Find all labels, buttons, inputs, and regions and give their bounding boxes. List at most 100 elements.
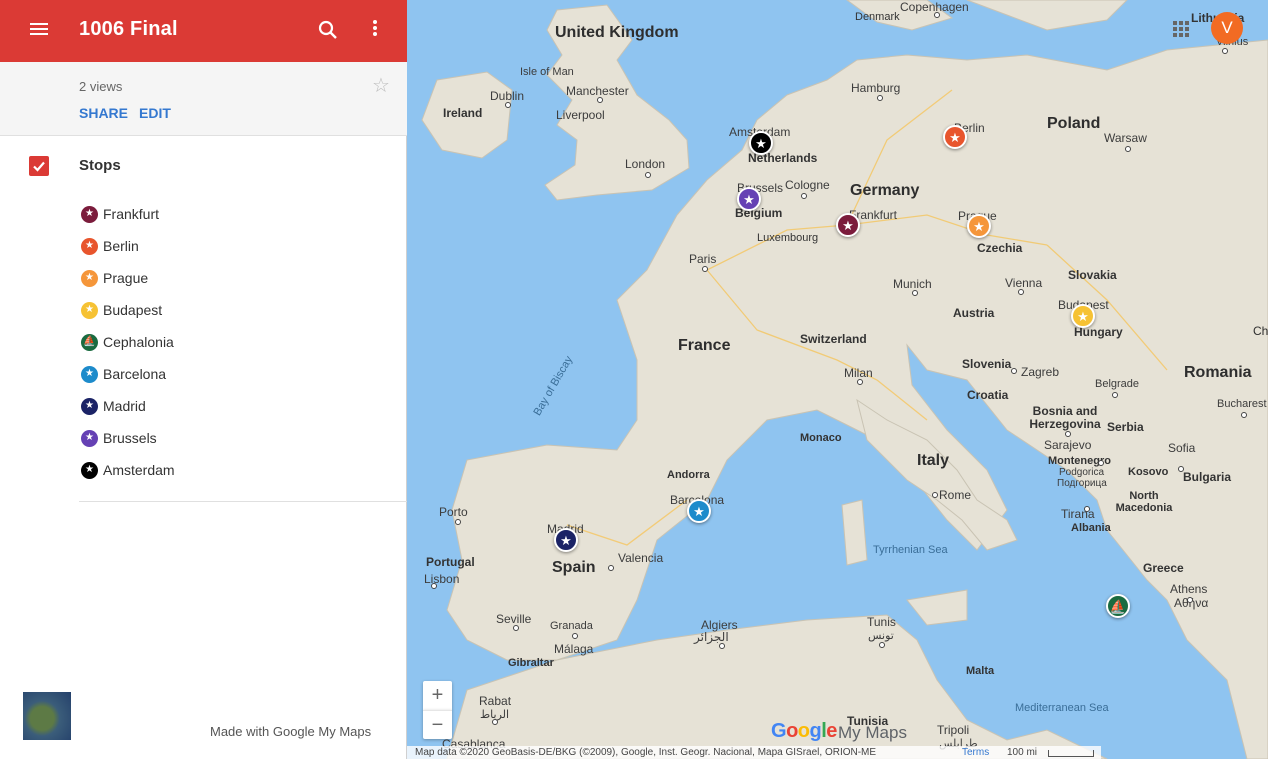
- list-item-brussels[interactable]: ★ Brussels: [79, 422, 407, 454]
- star-icon: ★: [81, 461, 98, 479]
- city-dot: [932, 492, 938, 498]
- city-dot: [1112, 392, 1118, 398]
- city-dot: [455, 519, 461, 525]
- city-dot: [1125, 146, 1131, 152]
- label-city: Dublin: [490, 89, 525, 103]
- basemap-thumbnail[interactable]: [23, 692, 71, 740]
- label-city: Málaga: [554, 642, 594, 656]
- label-country: Poland: [1047, 115, 1101, 132]
- list-item-cephalonia[interactable]: ⛵ Cephalonia: [79, 326, 407, 358]
- map-pin-frankfurt[interactable]: ★: [836, 213, 860, 237]
- star-icon: ★: [81, 205, 98, 223]
- map-pin-madrid[interactable]: ★: [554, 528, 578, 552]
- label-country: Luxembourg: [757, 232, 819, 244]
- city-dot: [1018, 289, 1024, 295]
- stop-list: ★ Frankfurt ★ Berlin ★ Prague ★ Budapest ⛵ Ce…: [79, 198, 407, 486]
- star-icon: ★: [743, 191, 755, 207]
- label-country: Italy: [917, 452, 950, 469]
- label-city: Manchester: [566, 84, 629, 98]
- star-icon: ★: [949, 129, 961, 145]
- label-city: Liverpool: [556, 108, 605, 122]
- map-attribution: Map data ©2020 GeoBasis-DE/BKG (©2009), …: [415, 747, 877, 758]
- label-country: Slovakia: [1068, 268, 1117, 282]
- label-country: Malta: [966, 665, 995, 677]
- list-item-amsterdam[interactable]: ★ Amsterdam: [79, 454, 407, 486]
- city-dot: [608, 565, 614, 571]
- star-icon: ★: [81, 301, 98, 319]
- map-title: 1006 Final: [79, 18, 178, 40]
- list-item-barcelona[interactable]: ★ Barcelona: [79, 358, 407, 390]
- map-pin-prague[interactable]: ★: [967, 214, 991, 238]
- list-item-frankfurt[interactable]: ★ Frankfurt: [79, 198, 407, 230]
- label-city: Lisbon: [424, 572, 460, 586]
- map-legend-panel: 1006 Final 2 views ☆ SHARE EDIT Stops ★ F…: [0, 0, 407, 759]
- map-pin-berlin[interactable]: ★: [943, 125, 967, 149]
- zoom-out-button[interactable]: −: [423, 710, 452, 739]
- city-dot: [1065, 431, 1071, 437]
- apps-grid-icon[interactable]: [1173, 21, 1189, 37]
- list-item-madrid[interactable]: ★ Madrid: [79, 390, 407, 422]
- label-city: تونس: [868, 630, 894, 642]
- city-dot: [719, 643, 725, 649]
- menu-icon[interactable]: [28, 20, 50, 40]
- city-dot: [572, 633, 578, 639]
- label-city: Warsaw: [1104, 131, 1147, 145]
- star-icon: ★: [842, 217, 854, 233]
- stop-label: Brussels: [103, 430, 157, 446]
- layer-title: Stops: [79, 157, 121, 174]
- label-partial: Ch: [1253, 324, 1268, 338]
- label-city: Sofia: [1168, 441, 1196, 455]
- map-footer: Map data ©2020 GeoBasis-DE/BKG (©2009), …: [407, 746, 1101, 759]
- logo-letter: o: [786, 720, 798, 742]
- view-count: 2 views: [79, 79, 123, 94]
- my-maps-logo: My Maps: [838, 723, 907, 742]
- label-city: Hamburg: [851, 81, 901, 95]
- city-dot: [1241, 412, 1247, 418]
- label-city: الجزائر: [694, 630, 729, 644]
- list-item-berlin[interactable]: ★ Berlin: [79, 230, 407, 262]
- stop-label: Frankfurt: [103, 206, 160, 222]
- search-icon[interactable]: [316, 18, 340, 42]
- map-pin-budapest[interactable]: ★: [1071, 304, 1095, 328]
- map-pin-barcelona[interactable]: ★: [687, 499, 711, 523]
- layer-visibility-checkbox[interactable]: [29, 156, 49, 176]
- city-dot: [1098, 460, 1104, 466]
- city-dot: [431, 583, 437, 589]
- star-icon: ★: [973, 218, 985, 234]
- star-icon: ★: [81, 237, 98, 255]
- stop-label: Cephalonia: [103, 334, 174, 350]
- star-icon: ★: [1077, 308, 1089, 324]
- map-pin-brussels[interactable]: ★: [737, 187, 761, 211]
- star-icon: ★: [81, 397, 98, 415]
- stop-label: Madrid: [103, 398, 146, 414]
- star-icon: ★: [81, 429, 98, 447]
- terms-link[interactable]: Terms: [962, 747, 989, 758]
- label-city: Granada: [550, 620, 593, 632]
- google-logo: Google: [771, 720, 837, 743]
- star-icon[interactable]: ☆: [372, 76, 390, 96]
- label-city: Isle of Man: [520, 66, 574, 78]
- list-item-prague[interactable]: ★ Prague: [79, 262, 407, 294]
- map-canvas[interactable]: United Kingdom Ireland Netherlands Belgi…: [407, 0, 1268, 759]
- label-city: Bucharest: [1217, 398, 1267, 410]
- more-options-icon[interactable]: [365, 18, 385, 42]
- map-info: 2 views ☆ SHARE EDIT: [0, 62, 407, 136]
- city-dot: [702, 266, 708, 272]
- share-button[interactable]: SHARE: [79, 105, 128, 121]
- city-dot: [1011, 368, 1017, 374]
- map-pin-cephalonia[interactable]: ⛵: [1106, 594, 1130, 618]
- label-city: Porto: [439, 505, 468, 519]
- star-icon: ★: [693, 503, 705, 519]
- label-city: Seville: [496, 612, 532, 626]
- map-pin-amsterdam[interactable]: ★: [749, 131, 773, 155]
- edit-button[interactable]: EDIT: [139, 105, 171, 121]
- avatar[interactable]: V: [1211, 12, 1243, 44]
- list-item-budapest[interactable]: ★ Budapest: [79, 294, 407, 326]
- label-country: North Macedonia: [1115, 490, 1173, 514]
- label-country: Germany: [850, 182, 920, 199]
- label-city: Athens: [1170, 582, 1208, 596]
- city-dot: [597, 97, 603, 103]
- zoom-in-button[interactable]: +: [423, 681, 452, 710]
- label-city: Gibraltar: [508, 657, 554, 669]
- logo-letter: g: [809, 720, 822, 742]
